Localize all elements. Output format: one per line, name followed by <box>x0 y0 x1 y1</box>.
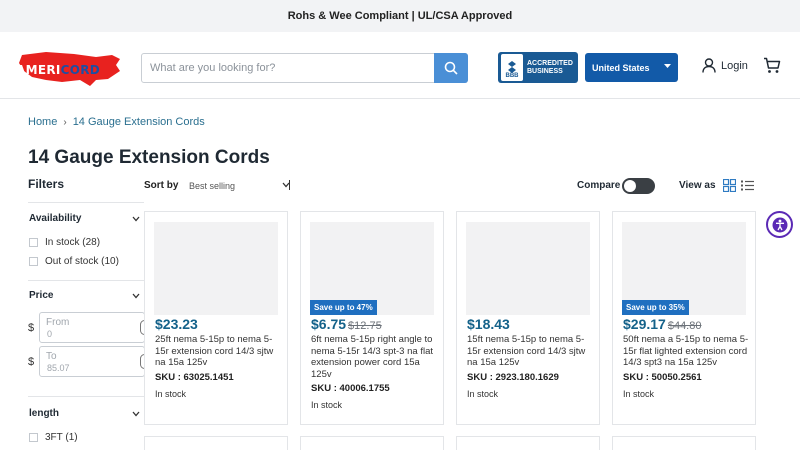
search-bar <box>141 53 468 83</box>
filter-in-stock[interactable]: In stock (28) <box>29 237 100 248</box>
bbb-seal-icon: BBB <box>501 54 523 81</box>
compare-toggle[interactable] <box>622 178 655 194</box>
sort-value: Best selling <box>189 180 236 191</box>
logo-text: AMERICORD <box>16 63 101 77</box>
product-card[interactable]: $18.43 15ft nema 5-15p to nema 5-15r ext… <box>456 211 600 425</box>
currency-symbol: $ <box>28 321 35 334</box>
filter-option-label: Out of stock (10) <box>45 256 119 267</box>
view-as-label: View as <box>679 180 716 191</box>
sort-select[interactable]: Best selling <box>182 176 290 195</box>
stock-status: In stock <box>155 389 187 399</box>
product-sku: SKU : 63025.1451 <box>155 372 234 383</box>
price-to-input[interactable]: To 85.07 <box>39 346 149 377</box>
filter-option-label: In stock (28) <box>45 237 101 248</box>
facet-availability-title[interactable]: Availability <box>29 213 81 224</box>
product-card[interactable]: Save up to 47% $6.75 $12.75 6ft nema 5-15… <box>300 211 444 425</box>
country-value: United States <box>592 62 650 73</box>
product-title[interactable]: 50ft nema a 5-15p to nema 5-15r flat lig… <box>623 334 751 369</box>
country-selector[interactable]: United States <box>585 53 678 82</box>
product-card[interactable] <box>144 436 288 450</box>
list-view-icon[interactable] <box>741 180 754 191</box>
divider <box>28 280 144 281</box>
product-sku: SKU : 50050.2561 <box>623 372 702 383</box>
cart-icon <box>764 57 781 73</box>
product-card[interactable] <box>300 436 444 450</box>
product-price: $23.23 <box>155 316 198 332</box>
filter-option-label: 3FT (1) <box>45 432 78 443</box>
search-button[interactable] <box>434 53 468 83</box>
bbb-label: ACCREDITED BUSINESS <box>527 59 573 75</box>
accessibility-button[interactable] <box>766 211 793 238</box>
filter-out-of-stock[interactable]: Out of stock (10) <box>29 256 119 267</box>
sort-by-label: Sort by <box>144 180 179 191</box>
product-price: $6.75 $12.75 <box>311 316 382 332</box>
site-header: AMERICORD BBB ACCREDITED BUSINESS United… <box>0 32 800 99</box>
breadcrumb-current[interactable]: 14 Gauge Extension Cords <box>73 116 205 128</box>
filter-length-3ft[interactable]: 3FT (1) <box>29 432 78 443</box>
breadcrumb-separator: › <box>63 116 67 128</box>
product-title[interactable]: 15ft nema 5-15p to nema 5-15r extension … <box>467 334 595 369</box>
chevron-down-icon[interactable] <box>132 411 140 417</box>
product-card[interactable] <box>612 436 756 450</box>
announcement-bar: Rohs & Wee Compliant | UL/CSA Approved <box>0 0 800 32</box>
grid-view-icon[interactable] <box>723 179 736 192</box>
product-title[interactable]: 25ft nema 5-15p to nema 5-15r extension … <box>155 334 283 369</box>
chevron-down-icon[interactable] <box>132 216 140 222</box>
compare-at-price: $12.75 <box>348 320 382 332</box>
stock-status: In stock <box>623 389 655 399</box>
search-input[interactable] <box>142 54 434 82</box>
product-sku: SKU : 2923.180.1629 <box>467 372 559 383</box>
divider <box>28 396 144 397</box>
product-sku: SKU : 40006.1755 <box>311 383 390 394</box>
bbb-accredited-badge[interactable]: BBB ACCREDITED BUSINESS <box>498 52 578 83</box>
product-image[interactable] <box>154 222 278 315</box>
currency-symbol: $ <box>28 355 35 368</box>
product-card[interactable]: $23.23 25ft nema 5-15p to nema 5-15r ext… <box>144 211 288 425</box>
chevron-down-icon <box>664 64 671 68</box>
login-link[interactable]: Login <box>702 58 748 73</box>
checkbox[interactable] <box>29 257 38 266</box>
filters-title: Filters <box>28 177 65 191</box>
login-label: Login <box>721 59 748 72</box>
product-title[interactable]: 6ft nema 5-15p right angle to nema 5-15r… <box>311 334 439 380</box>
compare-at-price: $44.80 <box>667 320 702 332</box>
stock-status: In stock <box>467 389 499 399</box>
divider <box>28 202 144 203</box>
price-from-input[interactable]: From 0 <box>39 312 149 343</box>
product-card[interactable] <box>456 436 600 450</box>
facet-length-title[interactable]: length <box>29 408 59 419</box>
price-from-row: $ From 0 <box>28 312 149 343</box>
cart-button[interactable] <box>763 57 781 79</box>
sale-badge: Save up to 35% <box>622 300 689 315</box>
product-image[interactable] <box>466 222 590 315</box>
sale-badge: Save up to 47% <box>310 300 377 315</box>
breadcrumb: Home › 14 Gauge Extension Cords <box>28 116 205 128</box>
product-card[interactable]: Save up to 35% $29.17 $44.80 50ft nema a … <box>612 211 756 425</box>
compare-label: Compare <box>577 180 621 191</box>
breadcrumb-home[interactable]: Home <box>28 116 57 128</box>
product-price: $18.43 <box>467 316 510 332</box>
chevron-down-icon[interactable] <box>132 293 140 299</box>
checkbox[interactable] <box>29 433 38 442</box>
page-title: 14 Gauge Extension Cords <box>28 147 270 168</box>
accessibility-icon <box>772 217 787 232</box>
price-to-row: $ To 85.07 <box>28 346 149 377</box>
user-icon <box>702 58 716 73</box>
stock-status: In stock <box>311 400 343 410</box>
americord-logo[interactable]: AMERICORD <box>16 49 128 87</box>
checkbox[interactable] <box>29 238 38 247</box>
product-price: $29.17 $44.80 <box>623 316 702 332</box>
search-icon <box>444 61 458 75</box>
chevron-down-icon <box>282 180 290 190</box>
facet-price-title[interactable]: Price <box>29 290 53 301</box>
announcement-text: Rohs & Wee Compliant | UL/CSA Approved <box>287 10 513 22</box>
